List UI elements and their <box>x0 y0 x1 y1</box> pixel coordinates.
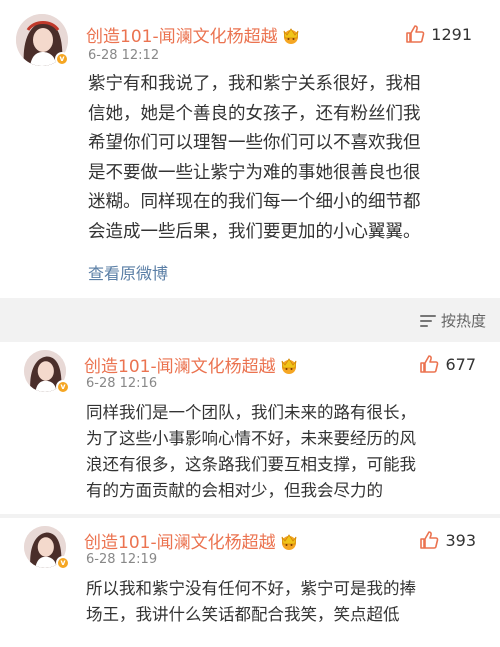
comment-body: 同样我们是一个团队，我们未来的路有很长， 为了这些小事影响心情不好，未来要经历的… <box>86 403 416 500</box>
comment-time: 6-28 12:19 <box>86 552 158 567</box>
comment-card: v 创造101-闻澜文化杨超越 6-28 12:19 393 所以我和紫宁没有任… <box>0 518 500 647</box>
verified-badge-icon: v <box>56 556 70 570</box>
comment-author[interactable]: 创造101-闻澜文化杨超越 <box>84 528 299 553</box>
sort-lines-icon <box>419 314 436 328</box>
post-like-count: 1291 <box>431 24 472 44</box>
comment-author-name: 创造101-闻澜文化杨超越 <box>84 357 276 377</box>
thumbs-up-icon <box>405 24 425 44</box>
comment-like-button[interactable]: 393 <box>419 530 476 550</box>
comment-like-button[interactable]: 677 <box>419 354 476 374</box>
sort-bar: 按热度 <box>0 298 500 342</box>
comment-body: 所以我和紫宁没有任何不好，紫宁可是我的捧 场王，我讲什么笑话都配合我笑，笑点超低 <box>86 579 416 624</box>
view-original-link[interactable]: 查看原微博 <box>88 260 168 284</box>
crown-badge-icon <box>283 27 298 44</box>
comment-like-count: 677 <box>445 354 476 374</box>
thumbs-up-icon <box>419 354 439 374</box>
post-like-button[interactable]: 1291 <box>405 24 472 44</box>
comment-author-name: 创造101-闻澜文化杨超越 <box>84 533 276 553</box>
post-author[interactable]: 创造101-闻澜文化杨超越 <box>86 22 301 47</box>
comment-card: v 创造101-闻澜文化杨超越 6-28 12:16 677 同样我们是一个团队… <box>0 342 500 514</box>
crown-badge-icon <box>281 357 296 374</box>
comment-like-count: 393 <box>445 530 476 550</box>
thumbs-up-icon <box>419 530 439 550</box>
comment-author[interactable]: 创造101-闻澜文化杨超越 <box>84 352 299 377</box>
post-body: 紫宁有和我说了，我和紫宁关系很好，我相 信她，她是个善良的女孩子，还有粉丝们我 … <box>88 74 421 242</box>
post-time: 6-28 12:12 <box>88 48 160 63</box>
main-post-card: v 创造101-闻澜文化杨超越 6-28 12:12 1291 紫宁有和我说了，… <box>0 0 500 298</box>
verified-badge-icon: v <box>55 52 69 66</box>
verified-badge-icon: v <box>56 380 70 394</box>
sort-label: 按热度 <box>440 312 486 330</box>
sort-by-hot-button[interactable]: 按热度 <box>419 310 486 331</box>
crown-badge-icon <box>281 533 296 550</box>
post-author-name: 创造101-闻澜文化杨超越 <box>86 27 278 47</box>
comment-time: 6-28 12:16 <box>86 376 158 391</box>
